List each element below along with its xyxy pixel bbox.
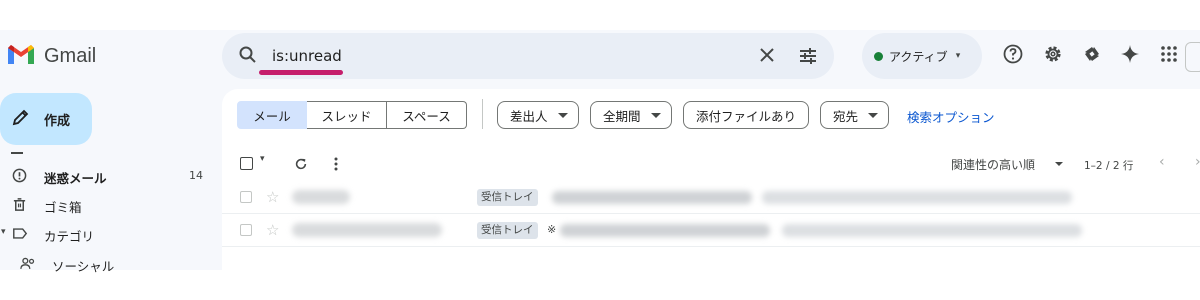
tab-mail[interactable]: メール	[237, 101, 307, 129]
advanced-search-link[interactable]: 検索オプション	[907, 107, 995, 126]
gmail-app: Gmail is:unread アクティブ ▾ 作成 迷惑メール 14 ゴミ箱 …	[0, 30, 1200, 274]
sort-dropdown-icon[interactable]	[1055, 162, 1063, 166]
status-label: アクティブ	[889, 49, 948, 64]
chip-label: 宛先	[833, 108, 859, 124]
settings-gear-icon[interactable]	[1043, 44, 1063, 68]
chevron-down-icon: ▾	[955, 51, 961, 61]
unread-count: 14	[189, 169, 203, 182]
list-toolbar: ▾ 関連性の高い順 1–2 / 2 行 ‹ ›	[222, 149, 1200, 179]
trash-icon	[12, 197, 27, 215]
chip-label: 差出人	[510, 108, 548, 124]
apps-grid-icon[interactable]	[1159, 44, 1179, 68]
sidebar-item-categories[interactable]: ▾ カテゴリ	[0, 220, 215, 248]
subject-redacted	[552, 191, 752, 204]
sidebar-item-label: ゴミ箱	[44, 200, 82, 215]
apps-pinwheel-icon[interactable]	[1082, 44, 1102, 68]
sidebar-item-label: ソーシャル	[52, 259, 115, 274]
highlight-underline	[259, 70, 343, 75]
select-dropdown-icon[interactable]: ▾	[260, 154, 265, 164]
label-icon	[12, 226, 28, 244]
gmail-logo[interactable]: Gmail	[6, 42, 96, 70]
filter-to-chip[interactable]: 宛先	[820, 101, 890, 129]
search-bar[interactable]: is:unread	[222, 33, 834, 79]
help-icon[interactable]	[1003, 44, 1023, 68]
email-row[interactable]: ☆ 受信トレイ	[222, 182, 1200, 214]
filter-divider	[482, 99, 483, 129]
search-scope-tabs: メール スレッド スペース	[237, 101, 467, 129]
tab-threads[interactable]: スレッド	[307, 101, 387, 129]
dropdown-arrow-icon	[650, 112, 661, 118]
chip-label: 添付ファイルあり	[696, 108, 797, 124]
inbox-label: 受信トレイ	[477, 189, 538, 206]
search-options-icon[interactable]	[798, 46, 818, 70]
nav-divider	[11, 152, 23, 154]
avatar[interactable]	[1185, 42, 1200, 72]
sort-selector[interactable]: 関連性の高い順	[951, 156, 1035, 173]
sidebar-item-social[interactable]: ソーシャル	[0, 250, 215, 278]
expand-arrow-icon[interactable]: ▾	[1, 227, 6, 237]
previous-page-icon[interactable]: ‹	[1159, 154, 1165, 170]
app-name: Gmail	[44, 44, 97, 67]
row-checkbox[interactable]	[240, 224, 252, 236]
sender-redacted	[292, 190, 350, 204]
spam-icon	[12, 168, 27, 186]
more-options-icon[interactable]	[334, 156, 338, 175]
sender-redacted	[292, 223, 442, 237]
chip-label: 全期間	[603, 108, 641, 124]
dropdown-arrow-icon	[557, 112, 568, 118]
search-icon[interactable]	[238, 45, 258, 69]
mail-list-panel: メール スレッド スペース 差出人 全期間 添付ファイルあり 宛先 検索オプショ…	[222, 89, 1200, 270]
filter-from-chip[interactable]: 差出人	[497, 101, 579, 129]
subject-redacted	[560, 224, 770, 237]
filter-date-chip[interactable]: 全期間	[590, 101, 672, 129]
compose-label: 作成	[44, 113, 71, 129]
dropdown-arrow-icon	[868, 112, 879, 118]
refresh-icon[interactable]	[294, 156, 308, 175]
row-checkbox[interactable]	[240, 191, 252, 203]
status-dot	[874, 51, 883, 61]
snippet-redacted	[762, 191, 1072, 204]
star-icon[interactable]: ☆	[266, 188, 279, 206]
pagination-info: 1–2 / 2 行	[1084, 160, 1134, 172]
clear-search-icon[interactable]	[758, 46, 776, 68]
select-all-checkbox[interactable]	[240, 157, 253, 170]
sidebar-item-spam[interactable]: 迷惑メール 14	[0, 162, 215, 190]
gmail-m-icon	[6, 42, 36, 70]
social-icon	[20, 256, 36, 274]
inbox-label: 受信トレイ	[477, 222, 538, 239]
email-row[interactable]: ☆ 受信トレイ ※	[222, 215, 1200, 247]
compose-button[interactable]: 作成	[0, 93, 92, 145]
sidebar-item-trash[interactable]: ゴミ箱	[0, 191, 215, 219]
sidebar-item-label: 迷惑メール	[44, 171, 107, 186]
gemini-sparkle-icon[interactable]	[1120, 44, 1140, 68]
snippet-redacted	[782, 224, 1082, 237]
tab-spaces[interactable]: スペース	[387, 101, 467, 129]
status-selector[interactable]: アクティブ ▾	[862, 33, 982, 79]
filter-attachment-chip[interactable]: 添付ファイルあり	[683, 101, 810, 129]
pencil-icon	[12, 108, 30, 130]
sidebar-item-label: カテゴリ	[44, 229, 95, 244]
next-page-icon[interactable]: ›	[1195, 154, 1200, 170]
star-icon[interactable]: ☆	[266, 221, 279, 239]
search-input[interactable]: is:unread	[272, 47, 342, 65]
subject-prefix: ※	[547, 223, 557, 236]
